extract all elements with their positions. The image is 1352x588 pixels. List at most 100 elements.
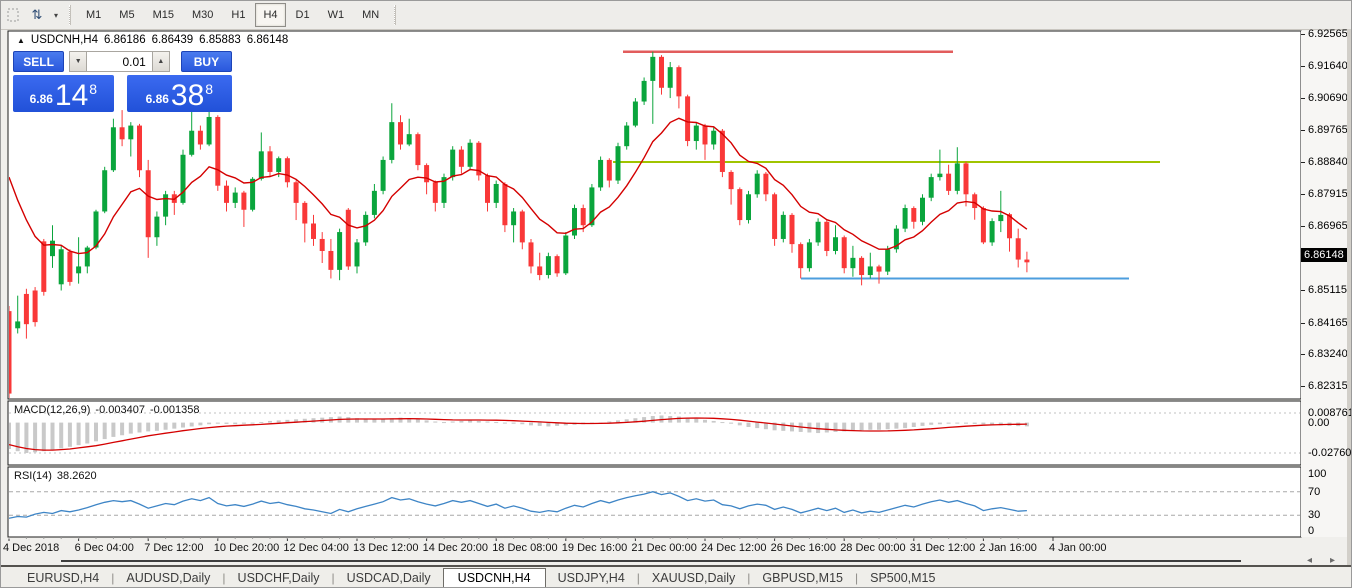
sell-pips: 14 <box>55 81 88 111</box>
macd-histogram-bar <box>825 423 829 433</box>
candle <box>181 150 186 205</box>
time-axis-label: 24 Dec 12:00 <box>701 542 766 554</box>
chart-tab-sp500-m15[interactable]: SP500,M15 <box>858 569 947 587</box>
macd-histogram-bar <box>703 420 707 423</box>
chart-header: ▲ USDCNH,H4 6.86186 6.86439 6.85883 6.86… <box>17 34 288 46</box>
macd-histogram-bar <box>103 423 107 440</box>
current-price-tag: 6.86148 <box>1301 248 1352 262</box>
candle <box>137 124 142 177</box>
macd-histogram-bar <box>955 423 959 424</box>
macd-histogram-bar <box>860 423 864 431</box>
candle <box>894 225 899 252</box>
macd-histogram-bar <box>607 422 611 423</box>
macd-histogram-bar <box>503 423 507 424</box>
candle <box>33 287 38 327</box>
indicator-axis-label: 0.00 <box>1308 417 1329 429</box>
candle <box>781 211 786 242</box>
macd-histogram-bar <box>903 423 907 429</box>
rsi-value: 38.2620 <box>57 470 97 482</box>
window-edge <box>1347 29 1351 565</box>
time-axis-label: 12 Dec 04:00 <box>283 542 348 554</box>
indicator-axis-label: 70 <box>1308 486 1320 498</box>
volume-decrease-button[interactable]: ▼ <box>69 51 87 72</box>
ohlc-open: 6.86186 <box>104 34 146 46</box>
macd-histogram-bar <box>546 423 550 427</box>
candle <box>476 141 481 181</box>
macd-histogram-bar <box>729 423 733 424</box>
macd-histogram-bar <box>851 423 855 431</box>
macd-value-signal: -0.001358 <box>150 404 200 416</box>
candle <box>990 218 995 245</box>
volume-increase-button[interactable]: ▲ <box>152 51 170 72</box>
macd-histogram-bar <box>42 423 46 452</box>
candle <box>563 232 568 275</box>
price-axis[interactable]: 6.925656.916406.906906.897656.888406.879… <box>1301 31 1352 537</box>
macd-panel <box>8 401 1301 465</box>
scrollbar-thumb[interactable] <box>61 560 1241 562</box>
macd-histogram-bar <box>694 419 698 423</box>
candle <box>642 77 647 104</box>
macd-histogram-bar <box>225 423 229 424</box>
macd-histogram-bar <box>129 423 133 434</box>
price-axis-tick <box>1301 354 1305 355</box>
volume-input[interactable]: 0.01 <box>87 51 152 72</box>
candle <box>920 194 925 225</box>
macd-histogram-bar <box>68 423 72 447</box>
macd-histogram-bar <box>677 417 681 423</box>
sell-button[interactable]: SELL <box>13 51 64 72</box>
candle <box>572 205 577 239</box>
candle <box>824 220 829 256</box>
macd-histogram-bar <box>886 423 890 430</box>
chart-tab-usdcnh-h4[interactable]: USDCNH,H4 <box>443 568 546 588</box>
macd-histogram-bar <box>242 423 246 424</box>
macd-histogram-bar <box>216 423 220 424</box>
candle <box>737 187 742 225</box>
time-axis-label: 10 Dec 20:00 <box>214 542 279 554</box>
macd-histogram-bar <box>747 423 751 427</box>
time-axis[interactable]: 4 Dec 20186 Dec 04:007 Dec 12:0010 Dec 2… <box>1 538 1352 556</box>
buy-pips: 38 <box>171 81 204 111</box>
price-axis-label: 6.91640 <box>1308 60 1348 72</box>
macd-histogram-bar <box>877 423 881 430</box>
chart-tab-xauusd-daily[interactable]: XAUUSD,Daily <box>640 569 747 587</box>
macd-histogram-bar <box>451 422 455 423</box>
macd-histogram-bar <box>433 422 437 423</box>
time-axis-label: 2 Jan 16:00 <box>979 542 1037 554</box>
sell-price-display[interactable]: 6.86 14 8 <box>13 75 114 112</box>
macd-histogram-bar <box>964 423 968 424</box>
macd-histogram-bar <box>120 423 124 436</box>
time-axis-label: 31 Dec 12:00 <box>910 542 975 554</box>
macd-histogram-bar <box>155 423 159 431</box>
chart-tab-audusd-daily[interactable]: AUDUSD,Daily <box>114 569 222 587</box>
chart-tab-usdchf-daily[interactable]: USDCHF,Daily <box>226 569 332 587</box>
macd-histogram-bar <box>720 422 724 423</box>
chart-tab-usdcad-daily[interactable]: USDCAD,Daily <box>335 569 443 587</box>
macd-histogram-bar <box>346 417 350 423</box>
candle <box>502 182 507 232</box>
chart-tab-usdjpy-h4[interactable]: USDJPY,H4 <box>546 569 637 587</box>
macd-histogram-bar <box>259 422 263 423</box>
one-click-panel-toggle-icon[interactable]: ▲ <box>17 36 25 45</box>
macd-histogram-bar <box>512 423 516 424</box>
price-axis-tick <box>1301 66 1305 67</box>
macd-histogram-bar <box>416 419 420 422</box>
chart-tab-eurusd-h4[interactable]: EURUSD,H4 <box>15 569 111 587</box>
rsi-label: RSI(14) 38.2620 <box>14 470 97 482</box>
candle <box>816 218 821 245</box>
macd-histogram-bar <box>538 423 542 426</box>
macd-histogram-bar <box>277 420 281 422</box>
time-axis-label: 21 Dec 00:00 <box>631 542 696 554</box>
indicator-axis-label: 0 <box>1308 525 1314 537</box>
buy-price-display[interactable]: 6.86 38 8 <box>127 75 232 112</box>
macd-histogram-bar <box>425 420 429 422</box>
macd-histogram-bar <box>33 423 37 453</box>
price-axis-label: 6.82315 <box>1308 380 1348 392</box>
macd-histogram-bar <box>442 422 446 423</box>
price-axis-label: 6.86965 <box>1308 220 1348 232</box>
rsi-panel <box>8 467 1301 537</box>
chart-tab-gbpusd-m15[interactable]: GBPUSD,M15 <box>750 569 855 587</box>
macd-histogram-bar <box>190 423 194 427</box>
buy-button[interactable]: BUY <box>181 51 232 72</box>
macd-histogram-bar <box>929 423 933 425</box>
macd-histogram-bar <box>529 423 533 426</box>
